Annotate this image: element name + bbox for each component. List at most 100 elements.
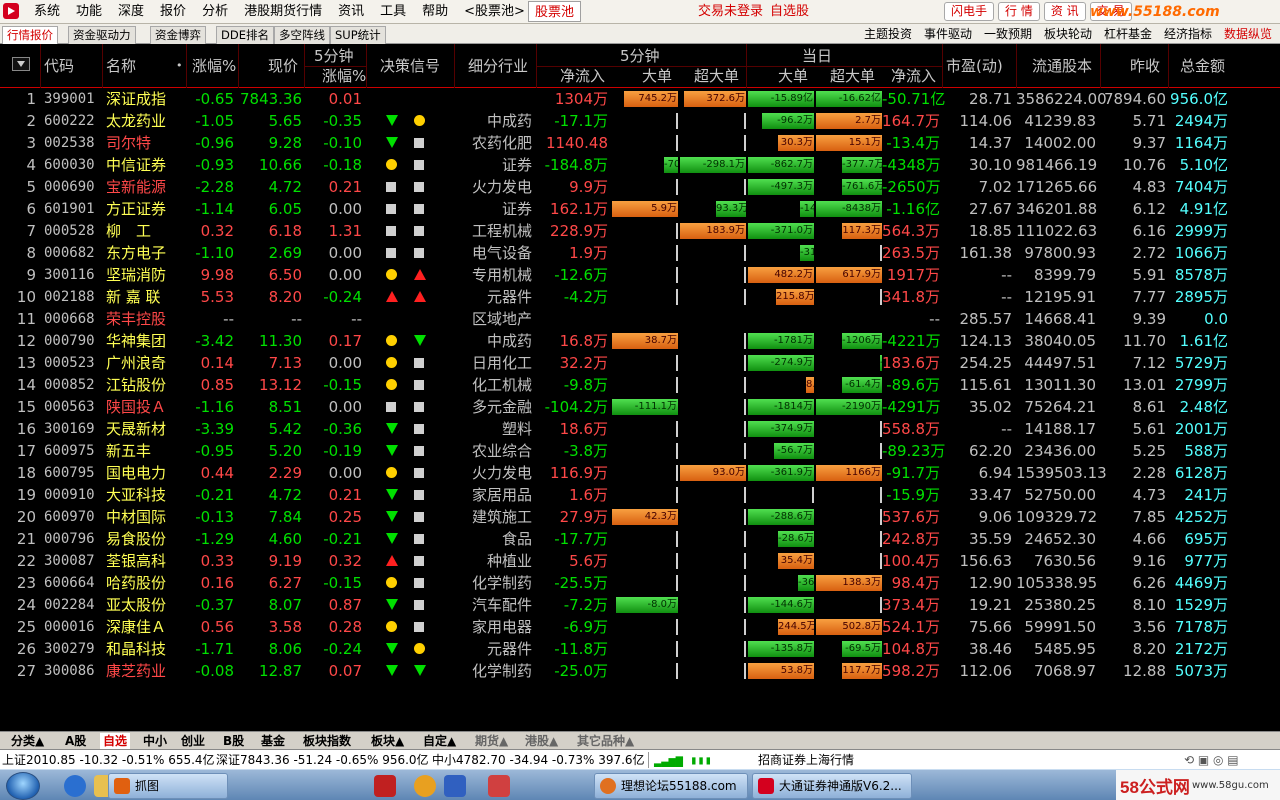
stock-name[interactable]: 宝新能源 bbox=[106, 176, 166, 198]
stock-name[interactable]: 柳 工 bbox=[106, 220, 151, 242]
col-code[interactable]: 代码 bbox=[44, 56, 74, 76]
stock-code[interactable]: 300279 bbox=[44, 638, 95, 660]
market-tab[interactable]: 基金 bbox=[258, 733, 288, 749]
toolbar-button[interactable]: 行 情 bbox=[998, 2, 1040, 21]
view-tab[interactable]: 板块轮动 bbox=[1042, 24, 1094, 44]
stock-name[interactable]: 荣丰控股 bbox=[106, 308, 166, 330]
ie-icon[interactable] bbox=[64, 775, 86, 797]
stock-code[interactable]: 600975 bbox=[44, 440, 95, 462]
stock-code[interactable]: 300086 bbox=[44, 660, 95, 682]
table-row[interactable]: 7 000528 柳 工 0.32 6.18 1.31 工程机械 228.9万 183.9万 -3… bbox=[0, 220, 1280, 242]
watchlist-link[interactable]: 自选股 bbox=[770, 0, 809, 24]
stock-code[interactable]: 000682 bbox=[44, 242, 95, 264]
table-row[interactable]: 21 000796 易食股份 -1.29 4.60 -0.21 食品 -17.7万 -28.6万… bbox=[0, 528, 1280, 550]
stock-name[interactable]: 易食股份 bbox=[106, 528, 166, 550]
stock-code[interactable]: 000790 bbox=[44, 330, 95, 352]
stock-code[interactable]: 399001 bbox=[44, 88, 95, 110]
market-tab[interactable]: 中小 bbox=[140, 733, 170, 749]
stock-code[interactable]: 000528 bbox=[44, 220, 95, 242]
stock-name[interactable]: 荃银高科 bbox=[106, 550, 166, 572]
stock-name[interactable]: 陕国投Ａ bbox=[106, 396, 166, 418]
col-signal[interactable]: 决策信号 bbox=[380, 56, 440, 76]
stock-code[interactable]: 000016 bbox=[44, 616, 95, 638]
status-sz-index[interactable]: 深证7843.36 -51.24 -0.65% 956.0亿 bbox=[216, 750, 429, 770]
market-tab[interactable]: 自定▲ bbox=[420, 733, 459, 749]
stock-name[interactable]: 大亚科技 bbox=[106, 484, 166, 506]
stock-name[interactable]: 哈药股份 bbox=[106, 572, 166, 594]
task-trading-app[interactable]: 大通证券神通版V6.2... bbox=[752, 773, 912, 799]
app-shortcut-icon[interactable] bbox=[488, 775, 510, 797]
col-super-5min[interactable]: 超大单 bbox=[694, 66, 739, 86]
toolbar-button[interactable]: 闪电手 bbox=[944, 2, 995, 21]
status-sme-index[interactable]: 中小4782.70 -34.94 -0.73% 397.6亿 bbox=[432, 750, 645, 770]
table-row[interactable]: 4 600030 中信证券 -0.93 10.66 -0.18 证券 -184.8万 -70.4… bbox=[0, 154, 1280, 176]
qq-icon[interactable] bbox=[444, 775, 466, 797]
stock-code[interactable]: 601901 bbox=[44, 198, 95, 220]
table-row[interactable]: 23 600664 哈药股份 0.16 6.27 -0.15 化学制药 -25.5万 -36.6… bbox=[0, 572, 1280, 594]
menu-item[interactable]: 资讯 bbox=[330, 0, 372, 24]
stock-code[interactable]: 000796 bbox=[44, 528, 95, 550]
menu-item[interactable]: 系统 bbox=[26, 0, 68, 24]
function-tab[interactable]: SUP统计 bbox=[330, 26, 386, 44]
stock-code[interactable]: 600030 bbox=[44, 154, 95, 176]
table-row[interactable]: 16 300169 天晟新材 -3.39 5.42 -0.36 塑料 18.6万 -374.9万… bbox=[0, 418, 1280, 440]
stock-pool-tab[interactable]: 股票池 bbox=[528, 1, 582, 22]
stock-code[interactable]: 300116 bbox=[44, 264, 95, 286]
table-row[interactable]: 1 399001 深证成指 -0.65 7843.36 0.01 1304万 745.2万 37… bbox=[0, 88, 1280, 110]
stock-code[interactable]: 002284 bbox=[44, 594, 95, 616]
table-row[interactable]: 12 000790 华神集团 -3.42 11.30 0.17 中成药 16.8万 38.7万 -… bbox=[0, 330, 1280, 352]
col-float[interactable]: 流通股本 bbox=[1032, 56, 1092, 76]
col-big-today[interactable]: 大单 bbox=[778, 66, 808, 86]
stock-name[interactable]: 华神集团 bbox=[106, 330, 166, 352]
task-forum-browser[interactable]: 理想论坛55188.com bbox=[594, 773, 748, 799]
menu-item[interactable]: 港股期货行情 bbox=[236, 0, 330, 24]
menu-item[interactable]: 功能 bbox=[68, 0, 110, 24]
table-row[interactable]: 8 000682 东方电子 -1.10 2.69 0.00 电气设备 1.9万 -31.1万 26… bbox=[0, 242, 1280, 264]
sort-menu-icon[interactable] bbox=[12, 57, 30, 71]
function-tab[interactable]: 多空阵线 bbox=[274, 26, 330, 44]
table-row[interactable]: 27 300086 康芝药业 -0.08 12.87 0.07 化学制药 -25.0万 53.8… bbox=[0, 660, 1280, 682]
col-price[interactable]: 现价 bbox=[268, 56, 298, 76]
view-tab[interactable]: 杠杆基金 bbox=[1102, 24, 1154, 44]
col-prev[interactable]: 昨收 bbox=[1130, 56, 1160, 76]
stock-code[interactable]: 000910 bbox=[44, 484, 95, 506]
table-row[interactable]: 2 600222 太龙药业 -1.05 5.65 -0.35 中成药 -17.1万 -96.2万… bbox=[0, 110, 1280, 132]
market-tab[interactable]: 其它品种▲ bbox=[574, 733, 637, 749]
function-tab[interactable]: 行情报价 bbox=[2, 26, 58, 44]
stock-name[interactable]: 和晶科技 bbox=[106, 638, 166, 660]
menu-item[interactable]: <股票池> bbox=[456, 0, 533, 24]
table-row[interactable]: 18 600795 国电电力 0.44 2.29 0.00 火力发电 116.9万 93.0万 -… bbox=[0, 462, 1280, 484]
view-tab[interactable]: 经济指标 bbox=[1162, 24, 1214, 44]
stock-code[interactable]: 000690 bbox=[44, 176, 95, 198]
market-tab[interactable]: 港股▲ bbox=[522, 733, 561, 749]
col-super-today[interactable]: 超大单 bbox=[830, 66, 875, 86]
table-row[interactable]: 10 002188 新 嘉 联 5.53 8.20 -0.24 元器件 -4.2万 215.8万… bbox=[0, 286, 1280, 308]
market-tab[interactable]: 期货▲ bbox=[472, 733, 511, 749]
view-tab[interactable]: 数据纵览 bbox=[1222, 24, 1274, 44]
stock-code[interactable]: 002188 bbox=[44, 286, 95, 308]
menu-item[interactable]: 报价 bbox=[152, 0, 194, 24]
function-tab[interactable]: DDE排名 bbox=[216, 26, 274, 44]
table-row[interactable]: 6 601901 方正证券 -1.14 6.05 0.00 证券 162.1万 5.9万 93.3… bbox=[0, 198, 1280, 220]
col-big-5min[interactable]: 大单 bbox=[642, 66, 672, 86]
table-row[interactable]: 22 300087 荃银高科 0.33 9.19 0.32 种植业 5.6万 35.4万 100.… bbox=[0, 550, 1280, 572]
stock-name[interactable]: 广州浪奇 bbox=[106, 352, 166, 374]
table-row[interactable]: 9 300116 坚瑞消防 9.98 6.50 0.00 专用机械 -12.6万 482.2万 6… bbox=[0, 264, 1280, 286]
stock-name[interactable]: 天晟新材 bbox=[106, 418, 166, 440]
toolbar-button[interactable]: 资 讯 bbox=[1043, 2, 1086, 21]
col-net-today[interactable]: 净流入 bbox=[891, 66, 936, 86]
market-tab[interactable]: A股 bbox=[62, 733, 89, 749]
stock-code[interactable]: 002538 bbox=[44, 132, 95, 154]
menu-item[interactable]: 帮助 bbox=[414, 0, 456, 24]
stock-code[interactable]: 300087 bbox=[44, 550, 95, 572]
status-sh-index[interactable]: 上证2010.85 -10.32 -0.51% 655.4亿 bbox=[2, 750, 215, 770]
table-row[interactable]: 19 000910 大亚科技 -0.21 4.72 0.21 家居用品 1.6万 -15.9万 3… bbox=[0, 484, 1280, 506]
stock-code[interactable]: 600222 bbox=[44, 110, 95, 132]
stock-name[interactable]: 中信证券 bbox=[106, 154, 166, 176]
market-tab[interactable]: 创业 bbox=[178, 733, 208, 749]
app-shortcut-icon[interactable] bbox=[374, 775, 396, 797]
stock-code[interactable]: 000852 bbox=[44, 374, 95, 396]
table-row[interactable]: 11 000668 荣丰控股 -- -- -- 区域地产 -- 285.57 14668.41 9.… bbox=[0, 308, 1280, 330]
stock-code[interactable]: 000563 bbox=[44, 396, 95, 418]
menu-item[interactable]: 分析 bbox=[194, 0, 236, 24]
